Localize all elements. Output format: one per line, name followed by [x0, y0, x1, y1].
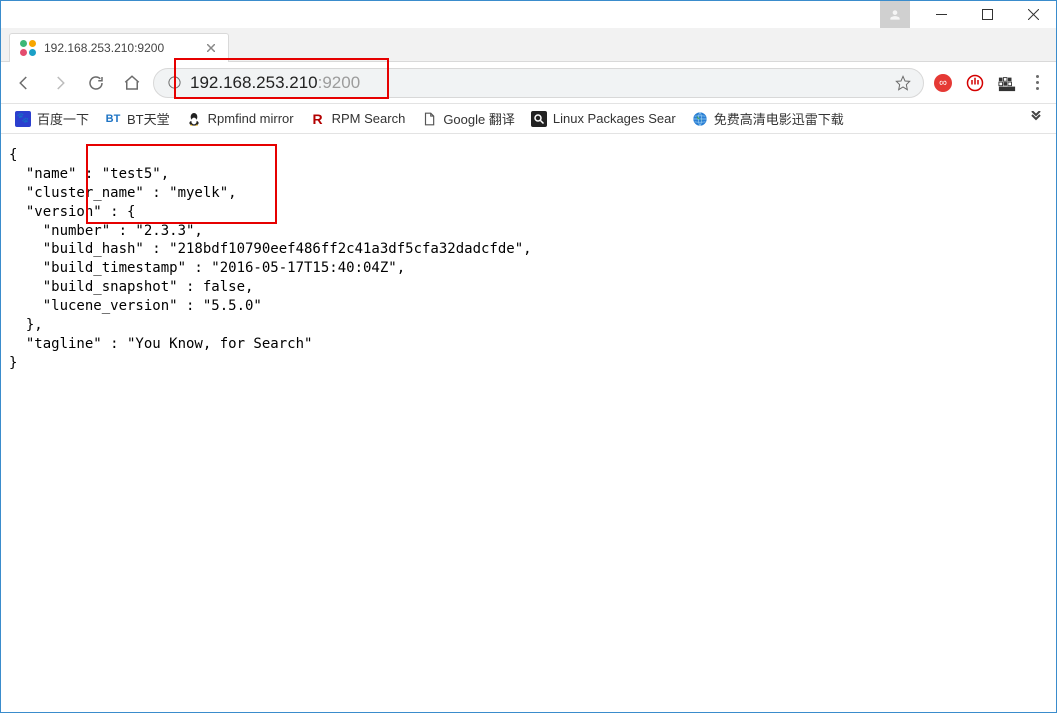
json-line: "version" : { [9, 204, 135, 220]
reload-button[interactable] [81, 68, 111, 98]
paw-icon: 🐾 [15, 111, 31, 127]
tab-strip: 192.168.253.210:9200 [1, 28, 1056, 62]
bookmark-item[interactable]: 🐾 百度一下 [9, 107, 95, 130]
document-icon [421, 111, 437, 127]
bookmark-item[interactable]: 免费高清电影迅雷下载 [686, 107, 850, 130]
site-info-icon[interactable] [166, 75, 182, 91]
titlebar-spacer [1, 1, 880, 28]
url-text: 192.168.253.210:9200 [190, 73, 887, 93]
json-line: "build_snapshot" : false, [9, 279, 253, 295]
json-line: "tagline" : "You Know, for Search" [9, 336, 312, 352]
magnifier-icon [531, 111, 547, 127]
json-line: "build_timestamp" : "2016-05-17T15:40:04… [9, 260, 405, 276]
tab-close-button[interactable] [204, 41, 218, 55]
window-close-button[interactable] [1010, 1, 1056, 28]
json-line: "number" : "2.3.3", [9, 223, 203, 239]
bookmark-item[interactable]: Google 翻译 [415, 107, 521, 130]
bookmarks-bar: 🐾 百度一下 BT BT天堂 Rpmfind mirror R RPM Sear… [1, 104, 1056, 134]
window-maximize-button[interactable] [964, 1, 1010, 28]
address-bar[interactable]: 192.168.253.210:9200 [153, 68, 924, 98]
json-line: } [9, 355, 17, 371]
browser-tab[interactable]: 192.168.253.210:9200 [9, 33, 229, 62]
json-line: }, [9, 317, 43, 333]
user-account-button[interactable] [880, 1, 910, 28]
window-titlebar [1, 1, 1056, 28]
json-line: "build_hash" : "218bdf10790eef486ff2c41a… [9, 241, 532, 257]
forward-button[interactable] [45, 68, 75, 98]
json-line: "name" : "test5", [9, 166, 169, 182]
globe-icon [692, 111, 708, 127]
bookmark-label: RPM Search [332, 111, 406, 126]
bookmark-label: Linux Packages Sear [553, 111, 676, 126]
url-host: 192.168.253.210 [190, 73, 318, 92]
bt-icon: BT [105, 111, 121, 127]
bookmark-item[interactable]: Linux Packages Sear [525, 109, 682, 129]
extension-icon-2[interactable] [962, 70, 988, 96]
elasticsearch-favicon-icon [20, 40, 36, 56]
extension-icon-3[interactable] [994, 70, 1020, 96]
chrome-menu-button[interactable] [1026, 75, 1048, 90]
url-port: :9200 [318, 73, 361, 92]
tab-title: 192.168.253.210:9200 [44, 41, 196, 55]
bookmark-label: Google 翻译 [443, 109, 515, 128]
json-line: { [9, 147, 17, 163]
json-line: "cluster_name" : "myelk", [9, 185, 237, 201]
extension-icon-1[interactable]: ∞ [930, 70, 956, 96]
window-controls [880, 1, 1056, 28]
bookmark-item[interactable]: R RPM Search [304, 109, 412, 129]
bookmark-star-icon[interactable] [895, 75, 911, 91]
window-minimize-button[interactable] [918, 1, 964, 28]
bookmark-label: BT天堂 [127, 109, 170, 128]
back-button[interactable] [9, 68, 39, 98]
page-content: { "name" : "test5", "cluster_name" : "my… [1, 134, 1056, 385]
new-tab-button[interactable] [260, 41, 288, 61]
toolbar: 192.168.253.210:9200 ∞ [1, 62, 1056, 104]
r-icon: R [310, 111, 326, 127]
bookmark-label: 免费高清电影迅雷下载 [714, 109, 844, 128]
home-button[interactable] [117, 68, 147, 98]
tux-icon [186, 111, 202, 127]
bookmark-item[interactable]: Rpmfind mirror [180, 109, 300, 129]
tab-edge-decoration [229, 32, 254, 61]
bookmarks-overflow-button[interactable] [1024, 110, 1048, 128]
bookmark-item[interactable]: BT BT天堂 [99, 107, 176, 130]
bookmark-label: Rpmfind mirror [208, 111, 294, 126]
json-line: "lucene_version" : "5.5.0" [9, 298, 262, 314]
bookmark-label: 百度一下 [37, 109, 89, 128]
